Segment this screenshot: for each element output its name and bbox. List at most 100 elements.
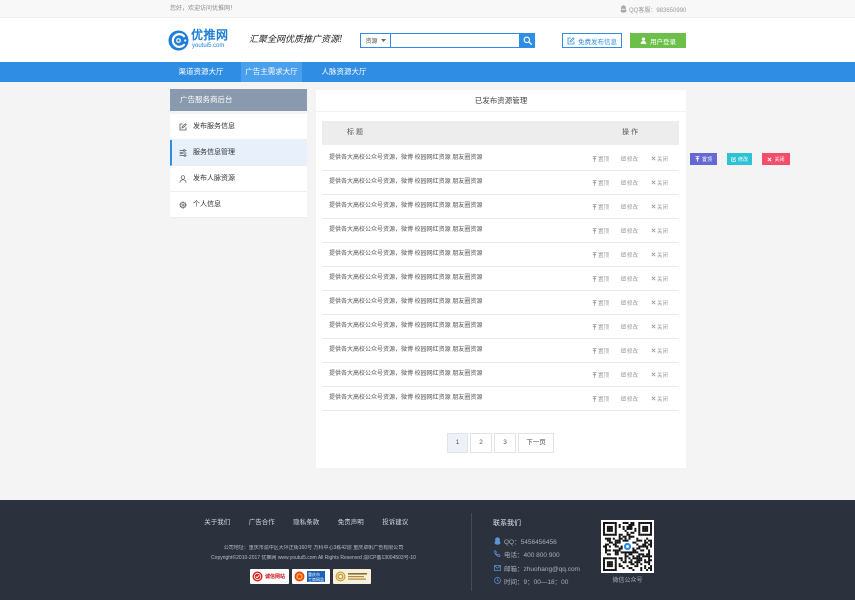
contact-phone: 电话：400 800 900 <box>494 549 560 559</box>
row-edit-button[interactable]: 修改 <box>621 147 638 170</box>
close-icon <box>651 276 656 281</box>
nav-channel-resources[interactable]: 渠道资源大厅 <box>170 62 232 82</box>
row-pin-top-button[interactable]: 置顶 <box>592 267 609 290</box>
row-title-link[interactable]: 提供各大高校公众号资源，微博 校园网红资源 朋友圈资源 <box>329 195 482 218</box>
row-edit-button[interactable]: 修改 <box>621 267 638 290</box>
welcome-text: 您好，欢迎访问优推网！ <box>170 6 237 12</box>
row-pin-top-button[interactable]: 置顶 <box>592 171 609 194</box>
row-close-button[interactable]: 关闭 <box>651 171 668 194</box>
page-2-button[interactable]: 2 <box>470 433 492 453</box>
row-close-button[interactable]: 关闭 <box>651 315 668 338</box>
publish-info-label: 免费发布信息 <box>578 38 617 46</box>
next-page-button[interactable]: 下一页 <box>518 433 554 453</box>
row-title-link[interactable]: 提供各大高校公众号资源，微博 校园网红资源 朋友圈资源 <box>329 147 482 170</box>
row-pin-top-button[interactable]: 置顶 <box>592 339 609 362</box>
row-title-link[interactable]: 提供各大高校公众号资源，微博 校园网红资源 朋友圈资源 <box>329 387 482 410</box>
publish-info-button[interactable]: 免费发布信息 <box>562 33 622 48</box>
row-title-link[interactable]: 提供各大高校公众号资源，微博 校园网红资源 朋友圈资源 <box>329 267 482 290</box>
nav-contacts-resources[interactable]: 人脉资源大厅 <box>312 62 376 82</box>
sidebar-item-publish-service[interactable]: 发布服务信息 <box>170 114 307 140</box>
close-button[interactable]: 关闭 <box>762 153 790 165</box>
edit-button[interactable]: 修改 <box>727 153 752 165</box>
row-edit-label: 修改 <box>627 204 639 211</box>
row-close-label: 关闭 <box>657 228 669 235</box>
row-edit-button[interactable]: 修改 <box>621 171 638 194</box>
row-close-button[interactable]: 关闭 <box>651 363 668 386</box>
close-icon <box>651 372 656 377</box>
footer-link-ad-cooperation[interactable]: 广告合作 <box>240 518 285 528</box>
credit-unit-badge[interactable] <box>333 569 371 584</box>
row-title-link[interactable]: 提供各大高校公众号资源，微博 校园网红资源 朋友圈资源 <box>329 315 482 338</box>
trusted-site-text: 诚信网站 <box>265 574 286 580</box>
contact-email-link[interactable]: 邮箱：zhuohang@qq.com <box>504 563 580 573</box>
row-edit-button[interactable]: 修改 <box>621 339 638 362</box>
row-pin-top-button[interactable]: 置顶 <box>592 195 609 218</box>
pin-top-icon <box>592 275 597 282</box>
row-pin-top-button[interactable]: 置顶 <box>592 243 609 266</box>
panel-title: 已发布资源管理 <box>316 90 686 112</box>
row-title-link[interactable]: 提供各大高校公众号资源，微博 校园网红资源 朋友圈资源 <box>329 171 482 194</box>
nav-item-label: 广告主需求大厅 <box>245 67 298 76</box>
row-pin-top-button[interactable]: 置顶 <box>592 219 609 242</box>
search-category-select[interactable]: 资源 <box>360 33 391 48</box>
row-pin-top-button[interactable]: 置顶 <box>592 363 609 386</box>
row-title-link[interactable]: 提供各大高校公众号资源，微博 校园网红资源 朋友圈资源 <box>329 363 482 386</box>
nav-advertiser-demand[interactable]: 广告主需求大厅 <box>241 62 302 82</box>
sidebar-item-personal-info[interactable]: 个人信息 <box>170 192 307 218</box>
row-close-button[interactable]: 关闭 <box>651 339 668 362</box>
row-pin-top-label: 置顶 <box>598 276 610 283</box>
row-edit-label: 修改 <box>627 396 639 403</box>
row-edit-button[interactable]: 修改 <box>621 315 638 338</box>
row-close-button[interactable]: 关闭 <box>651 387 668 410</box>
row-pin-top-label: 置顶 <box>598 180 610 187</box>
close-icon <box>651 228 656 233</box>
row-pin-top-button[interactable]: 置顶 <box>592 387 609 410</box>
nav-item-label: 渠道资源大厅 <box>178 67 224 76</box>
row-pin-top-button[interactable]: 置顶 <box>592 291 609 314</box>
edit-icon <box>621 324 626 329</box>
row-edit-button[interactable]: 修改 <box>621 291 638 314</box>
footer-link-privacy[interactable]: 隐私条款 <box>284 518 329 528</box>
search-input[interactable] <box>391 33 520 48</box>
row-close-button[interactable]: 关闭 <box>651 147 668 170</box>
row-title-link[interactable]: 提供各大高校公众号资源，微博 校园网红资源 朋友圈资源 <box>329 291 482 314</box>
row-pin-top-button[interactable]: 置顶 <box>592 147 609 170</box>
row-close-button[interactable]: 关闭 <box>651 219 668 242</box>
row-edit-button[interactable]: 修改 <box>621 219 638 242</box>
trusted-site-badge[interactable]: 诚信网站 <box>250 569 289 584</box>
row-edit-button[interactable]: 修改 <box>621 363 638 386</box>
sidebar-item-service-management[interactable]: 服务信息管理 <box>170 140 307 166</box>
row-title-link[interactable]: 提供各大高校公众号资源，微博 校园网红资源 朋友圈资源 <box>329 243 482 266</box>
row-edit-button[interactable]: 修改 <box>621 195 638 218</box>
row-edit-label: 修改 <box>627 324 639 331</box>
row-title-link[interactable]: 提供各大高校公众号资源，微博 校园网红资源 朋友圈资源 <box>329 339 482 362</box>
user-login-button[interactable]: 用户登录 <box>630 33 686 48</box>
sidebar-item-publish-contacts[interactable]: 发布人脉资源 <box>170 166 307 192</box>
row-close-button[interactable]: 关闭 <box>651 243 668 266</box>
phone-icon <box>494 550 501 557</box>
footer-link-disclaimer[interactable]: 免责声明 <box>329 518 374 528</box>
row-close-button[interactable]: 关闭 <box>651 195 668 218</box>
row-pin-top-button[interactable]: 置顶 <box>592 315 609 338</box>
row-title-link[interactable]: 提供各大高校公众号资源，微博 校园网红资源 朋友圈资源 <box>329 219 482 242</box>
page-3-button[interactable]: 3 <box>494 433 516 453</box>
table-row: 提供各大高校公众号资源，微博 校园网红资源 朋友圈资源 置顶 修改 关闭 <box>322 147 679 171</box>
qq-service-link[interactable]: QQ客服：983650990 <box>620 4 686 14</box>
row-close-button[interactable]: 关闭 <box>651 291 668 314</box>
row-close-button[interactable]: 关闭 <box>651 267 668 290</box>
business-supervision-badge[interactable]: 重庆市 工商网监 <box>292 569 330 584</box>
page-1-button[interactable]: 1 <box>447 433 468 453</box>
site-logo[interactable]: 优推网 youtui5.com <box>168 29 240 53</box>
column-header-actions: 操 作 <box>622 129 638 136</box>
edit-icon <box>567 36 575 44</box>
close-icon <box>651 396 656 401</box>
edit-icon <box>621 372 626 377</box>
footer-link-about[interactable]: 关于我们 <box>195 518 240 528</box>
row-close-label: 关闭 <box>657 252 669 259</box>
footer-link-complaints[interactable]: 投诉建议 <box>373 518 418 528</box>
row-edit-button[interactable]: 修改 <box>621 387 638 410</box>
table-row: 提供各大高校公众号资源，微博 校园网红资源 朋友圈资源 置顶 修改 关闭 <box>322 243 679 267</box>
pin-top-button[interactable]: 置顶 <box>690 153 717 165</box>
row-edit-button[interactable]: 修改 <box>621 243 638 266</box>
search-button[interactable] <box>520 33 535 48</box>
